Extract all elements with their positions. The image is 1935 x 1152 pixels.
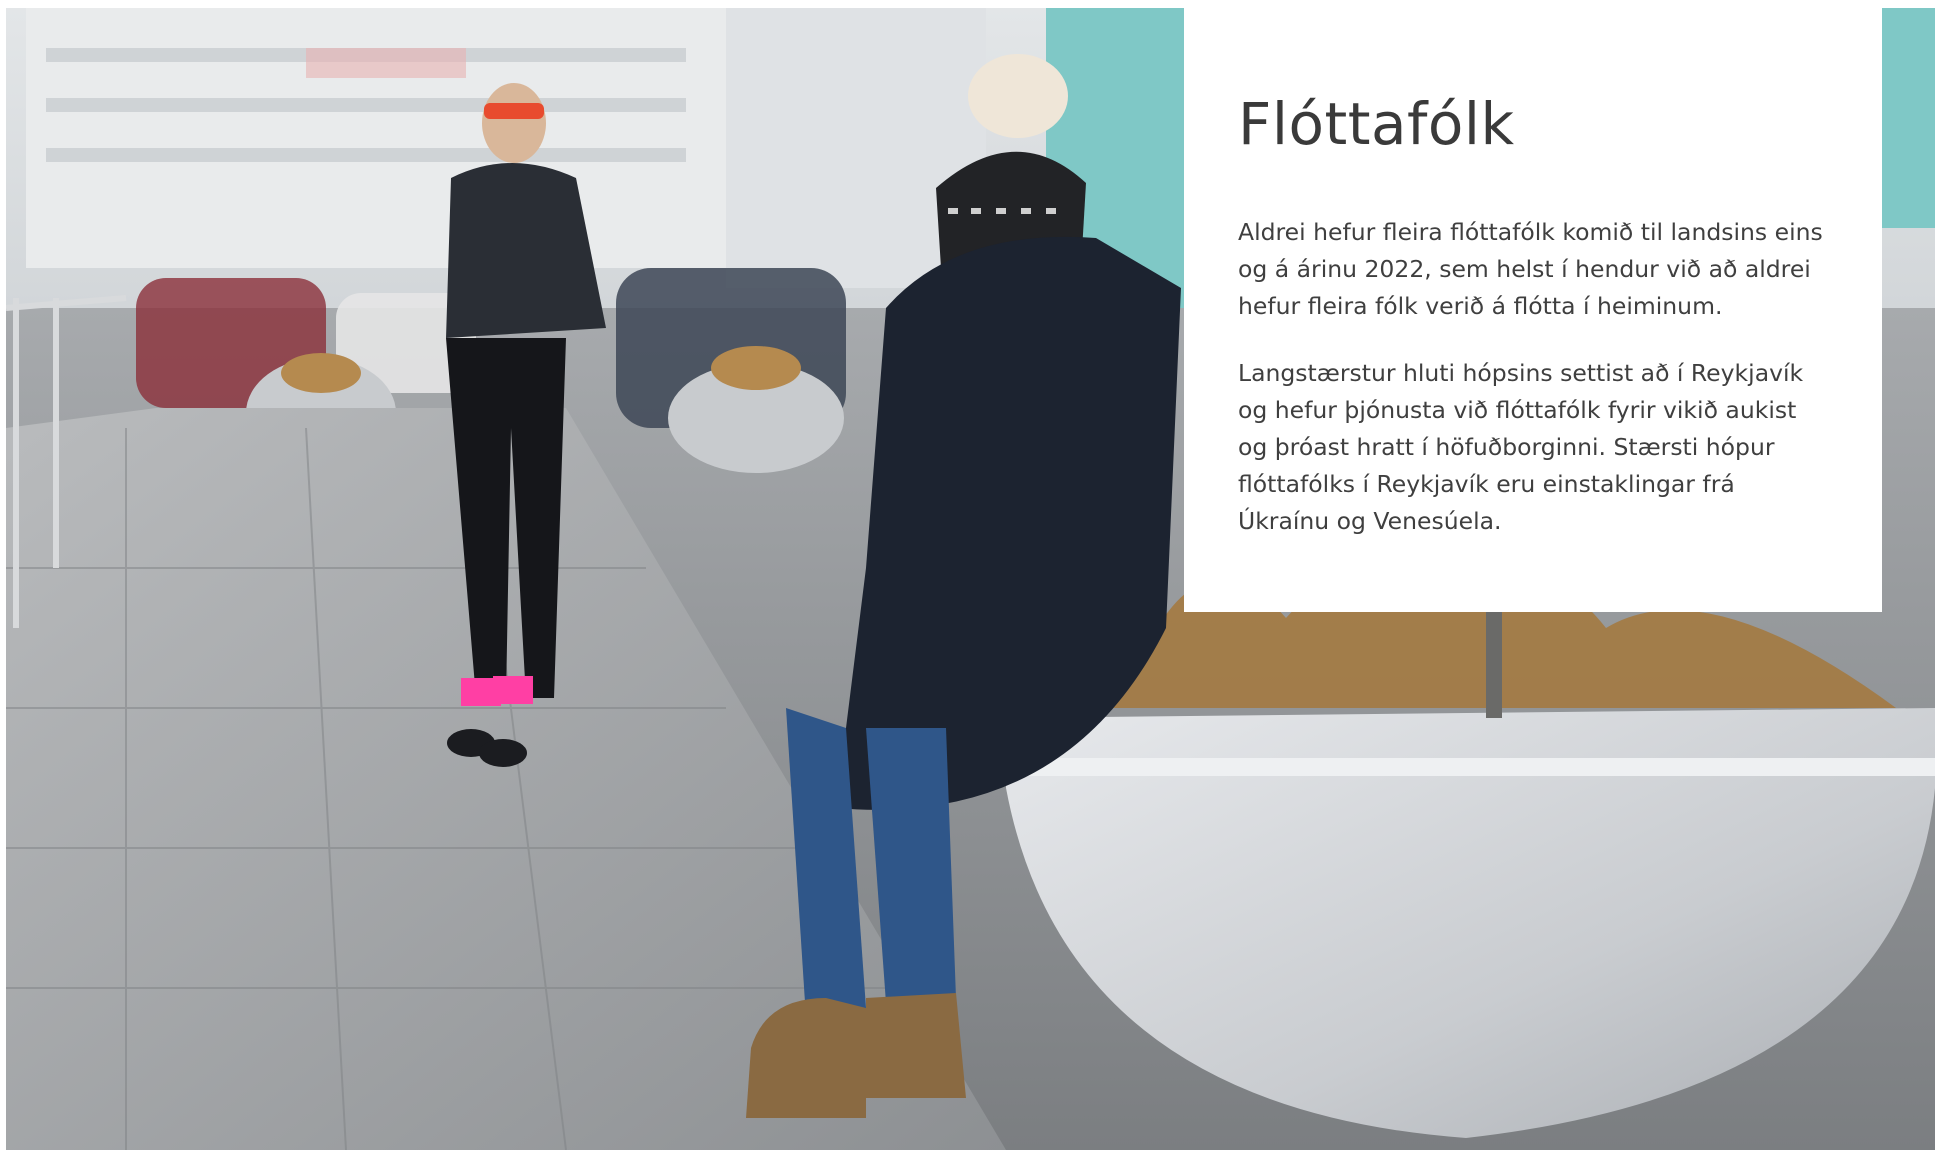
article-card: Flóttafólk Aldrei hefur fleira flóttafól… [1184, 8, 1882, 612]
hero-photo: Flóttafólk Aldrei hefur fleira flóttafól… [6, 8, 1935, 1150]
page-title: Flóttafólk [1238, 90, 1515, 158]
body-paragraph: Langstærstur hluti hópsins settist að í … [1238, 359, 1804, 535]
intro-paragraph: Aldrei hefur fleira flóttafólk komið til… [1238, 218, 1823, 320]
